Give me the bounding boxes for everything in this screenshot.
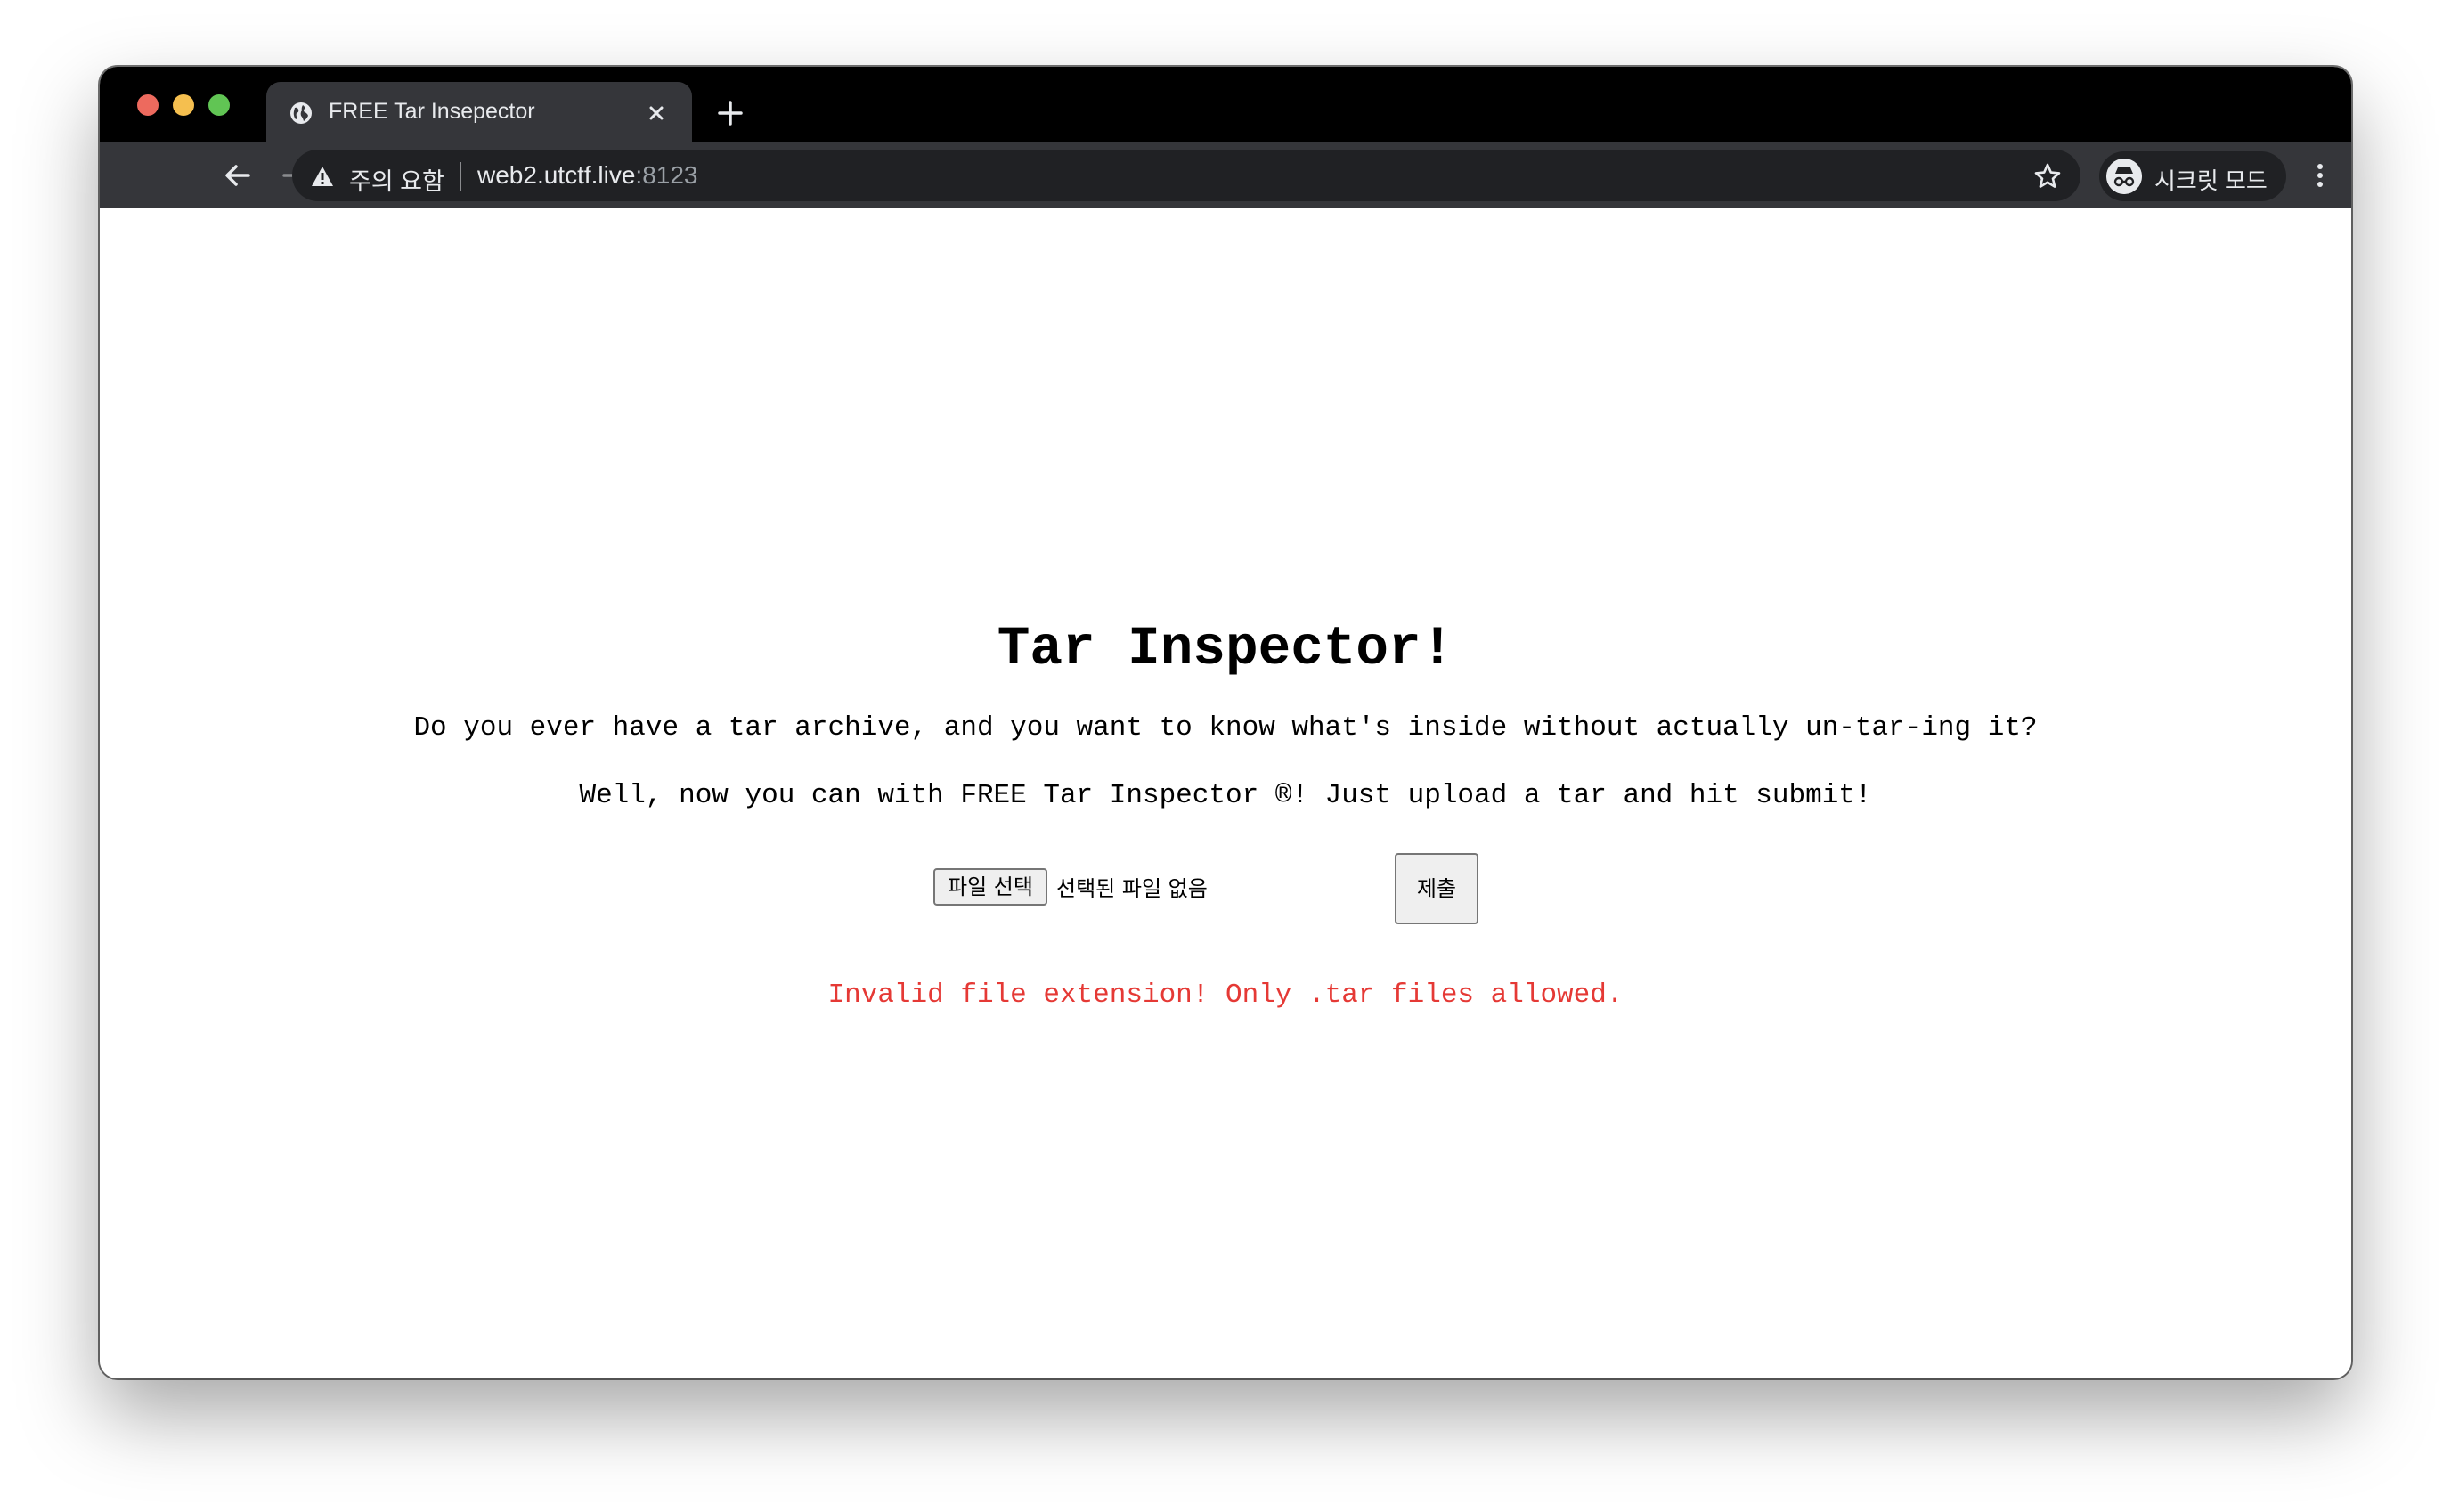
close-icon[interactable] — [643, 100, 670, 126]
page-title: Tar Inspector! — [997, 619, 1454, 680]
window-close-button[interactable] — [137, 94, 159, 116]
submit-button[interactable]: 제출 — [1395, 853, 1478, 924]
url-text[interactable]: web2.utctf.live:8123 — [477, 161, 698, 190]
plus-icon[interactable] — [714, 97, 746, 129]
choose-file-button[interactable]: 파일 선택 — [933, 868, 1047, 906]
incognito-indicator[interactable]: 시크릿 모드 — [2099, 151, 2286, 201]
warning-icon[interactable] — [310, 164, 335, 189]
pitch-text: Well, now you can with FREE Tar Inspecto… — [579, 780, 1872, 811]
security-status-label[interactable]: 주의 요함 — [349, 162, 444, 197]
back-arrow-icon[interactable] — [221, 159, 255, 192]
window-maximize-button[interactable] — [208, 94, 230, 116]
upload-form: 파일 선택 선택된 파일 없음 제출 — [933, 853, 1646, 924]
title-bar: FREE Tar Insepector — [100, 67, 2351, 142]
error-message: Invalid file extension! Only .tar files … — [827, 980, 1624, 1011]
intro-text: Do you ever have a tar archive, and you … — [413, 712, 2038, 744]
file-status-text: 선택된 파일 없음 — [1056, 876, 1208, 901]
incognito-icon — [2106, 159, 2142, 194]
browser-window: FREE Tar Insepector 주의 요함 web2.utctf.liv… — [100, 67, 2351, 1378]
url-port: :8123 — [635, 161, 698, 189]
omnibox-divider — [460, 162, 461, 191]
globe-icon — [290, 102, 312, 124]
url-host: web2.utctf.live — [477, 161, 636, 189]
page-viewport: Tar Inspector! Do you ever have a tar ar… — [100, 208, 2351, 1378]
window-minimize-button[interactable] — [173, 94, 194, 116]
tab-title: FREE Tar Insepector — [329, 99, 535, 124]
more-vert-icon[interactable] — [2305, 159, 2335, 192]
incognito-label: 시크릿 모드 — [2154, 167, 2268, 194]
address-bar[interactable]: 주의 요함 web2.utctf.live:8123 — [292, 150, 2080, 201]
browser-tab[interactable]: FREE Tar Insepector — [266, 82, 692, 142]
toolbar: 주의 요함 web2.utctf.live:8123 시크릿 모드 — [100, 142, 2351, 208]
star-icon[interactable] — [2032, 161, 2063, 191]
